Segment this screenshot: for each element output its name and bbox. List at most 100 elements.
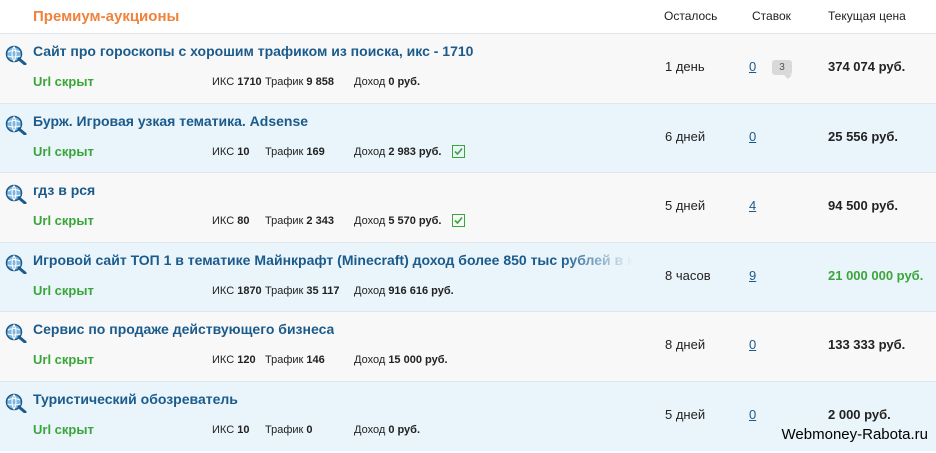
verified-check-icon [452,214,465,227]
table-row: Сервис по продаже действующего бизнеса Ur… [0,311,936,381]
iks-metric: ИКС 10 [212,146,249,158]
income-metric: Доход 5 570 руб. [354,215,441,227]
iks-label: ИКС [212,215,235,227]
traffic-label: Трафик [265,285,304,297]
current-price: 2 000 руб. [828,407,891,422]
auction-title-link[interactable]: Туристический обозреватель [33,391,238,407]
url-hidden-label: Url скрыт [33,74,94,89]
traffic-metric: Трафик 35 117 [265,285,339,297]
globe-search-icon[interactable] [5,184,27,205]
bids-count-link[interactable]: 0 [749,337,756,352]
income-metric: Доход 0 руб. [354,424,420,436]
verified-check-icon [452,145,465,158]
traffic-label: Трафик [265,354,304,366]
current-price: 21 000 000 руб. [828,268,924,283]
iks-value: 10 [237,424,250,436]
traffic-metric: Трафик 146 [265,354,325,366]
iks-metric: ИКС 1710 [212,76,262,88]
column-header-left[interactable]: Осталось [664,9,717,23]
table-row: Сайт про гороскопы с хорошим трафиком из… [0,33,936,103]
income-value: 0 руб. [388,424,421,436]
globe-search-icon[interactable] [5,323,27,344]
income-metric: Доход 916 616 руб. [354,285,454,297]
time-left: 8 дней [665,337,706,352]
table-row: гдз в рся Url скрыт ИКС 80 Трафик 2 343 Дохо… [0,172,936,242]
time-left: 6 дней [665,129,706,144]
income-label: Доход [354,215,386,227]
time-left: 1 день [665,59,705,74]
globe-search-icon[interactable] [5,115,27,136]
iks-metric: ИКС 10 [212,424,249,436]
auction-title-link[interactable]: Сайт про гороскопы с хорошим трафиком из… [33,43,473,59]
income-metric: Доход 0 руб. [354,76,420,88]
income-label: Доход [354,354,386,366]
income-label: Доход [354,146,386,158]
current-price: 94 500 руб. [828,198,899,213]
traffic-value: 9 858 [306,76,334,88]
income-value: 916 616 руб. [388,285,454,297]
bids-count-link[interactable]: 0 [749,407,756,422]
traffic-metric: Трафик 2 343 [265,215,334,227]
auction-title-link[interactable]: Сервис по продаже действующего бизнеса [33,321,334,337]
iks-label: ИКС [212,424,235,436]
iks-value: 1870 [237,285,262,297]
income-value: 5 570 руб. [388,215,442,227]
auction-title-link[interactable]: гдз в рся [33,182,95,198]
page-title: Премиум-аукционы [33,8,180,25]
url-hidden-label: Url скрыт [33,283,94,298]
income-label: Доход [354,424,386,436]
traffic-value: 2 343 [306,215,334,227]
iks-value: 120 [237,354,256,366]
traffic-value: 146 [306,354,325,366]
traffic-value: 169 [306,146,325,158]
bids-count-link[interactable]: 9 [749,268,756,283]
watermark: Webmoney-Rabota.ru [781,426,928,443]
comments-bubble-icon[interactable]: 3 [772,60,792,79]
table-row: Игровой сайт ТОП 1 в тематике Майнкрафт … [0,242,936,312]
iks-label: ИКС [212,285,235,297]
traffic-metric: Трафик 169 [265,146,325,158]
income-label: Доход [354,76,386,88]
iks-value: 1710 [237,76,262,88]
traffic-label: Трафик [265,76,304,88]
iks-label: ИКС [212,76,235,88]
current-price: 25 556 руб. [828,129,899,144]
traffic-label: Трафик [265,215,304,227]
time-left: 8 часов [665,268,711,283]
table-header: Премиум-аукционы Осталось Ставок Текущая… [0,0,936,33]
iks-metric: ИКС 80 [212,215,249,227]
column-header-bids[interactable]: Ставок [752,9,791,23]
current-price: 374 074 руб. [828,59,906,74]
time-left: 5 дней [665,198,706,213]
income-metric: Доход 2 983 руб. [354,146,441,158]
globe-search-icon[interactable] [5,45,27,66]
column-header-price[interactable]: Текущая цена [828,9,906,23]
bids-count-link[interactable]: 0 [749,59,756,74]
time-left: 5 дней [665,407,706,422]
url-hidden-label: Url скрыт [33,213,94,228]
table-row: Бурж. Игровая узкая тематика. Adsense Url… [0,103,936,173]
globe-search-icon[interactable] [5,393,27,414]
url-hidden-label: Url скрыт [33,352,94,367]
traffic-value: 35 117 [306,285,340,297]
income-value: 2 983 руб. [388,146,442,158]
auction-title-link[interactable]: Бурж. Игровая узкая тематика. Adsense [33,113,308,129]
bids-count-link[interactable]: 0 [749,129,756,144]
traffic-label: Трафик [265,146,304,158]
current-price: 133 333 руб. [828,337,906,352]
url-hidden-label: Url скрыт [33,422,94,437]
income-metric: Доход 15 000 руб. [354,354,448,366]
iks-value: 80 [237,215,250,227]
bids-count-link[interactable]: 4 [749,198,756,213]
iks-metric: ИКС 120 [212,354,256,366]
auction-title-link[interactable]: Игровой сайт ТОП 1 в тематике Майнкрафт … [33,252,633,268]
globe-search-icon[interactable] [5,254,27,275]
iks-label: ИКС [212,146,235,158]
traffic-label: Трафик [265,424,304,436]
url-hidden-label: Url скрыт [33,144,94,159]
traffic-metric: Трафик 9 858 [265,76,334,88]
income-label: Доход [354,285,386,297]
traffic-metric: Трафик 0 [265,424,313,436]
iks-label: ИКС [212,354,235,366]
iks-metric: ИКС 1870 [212,285,262,297]
